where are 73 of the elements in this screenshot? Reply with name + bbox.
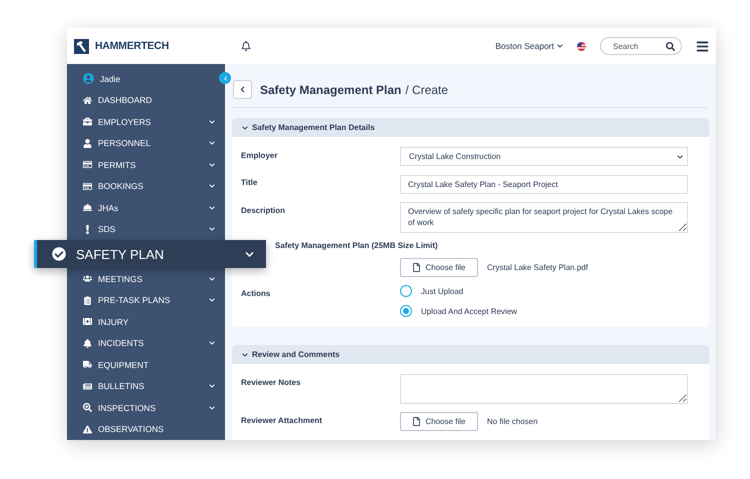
truck-icon (83, 360, 92, 370)
page-subtitle: / Create (405, 82, 448, 96)
project-dropdown[interactable]: Boston Seaport (495, 41, 563, 51)
logo-text: HAMMERTECH (95, 40, 169, 52)
field-label: Title (241, 177, 258, 187)
briefcase-icon (83, 117, 92, 126)
sidebar-item[interactable]: PRE-TASK PLANS (67, 290, 225, 311)
file-icon (412, 417, 422, 426)
file-icon (412, 263, 422, 272)
sidebar-item[interactable]: EQUIPMENT (67, 354, 225, 376)
person-icon (83, 138, 92, 148)
check-icon (52, 247, 66, 261)
field-label: Safety Management Plan (25MB Size Limit) (274, 241, 439, 250)
avatar-icon (83, 73, 94, 84)
text-area[interactable]: Overview of safety specific plan for seaport project for Crystal Lakes scope of work (400, 202, 688, 233)
field-label: Employer (241, 150, 278, 160)
field-label: Description (241, 205, 286, 215)
sidebar-item[interactable]: MEETINGS (67, 268, 225, 290)
sidebar-item[interactable]: BULLETINS (67, 376, 225, 397)
section-header[interactable]: Safety Management Plan Details (232, 118, 709, 137)
hardhat-icon (83, 203, 92, 212)
clipboard-icon (83, 296, 92, 305)
search-icon (666, 42, 675, 50)
sidebar-item[interactable]: INJURY (67, 311, 225, 332)
sidebar-item[interactable]: SAFETY PLAN (34, 240, 266, 268)
chevron-icon (222, 76, 228, 80)
radio-label: Just Upload (421, 286, 464, 296)
choose-file-button[interactable]: Choose file (400, 258, 478, 277)
field-label: Actions (241, 288, 272, 298)
section-header[interactable]: Review and Comments (232, 345, 709, 364)
sidebar-item[interactable]: JHAs (67, 197, 225, 218)
chevron-icon (242, 124, 248, 130)
user-name: Jadie (100, 74, 122, 84)
sidebar-item[interactable]: PERMITS (67, 154, 225, 176)
sidebar-item[interactable]: SDS (67, 218, 225, 240)
page-title: Safety Management Plan (260, 82, 402, 96)
group-icon (83, 274, 92, 284)
sidebar-item[interactable]: BOOKINGS (67, 176, 225, 197)
employer-select[interactable]: Crystal Lake Construction (400, 147, 688, 166)
search-field[interactable]: Search (600, 37, 682, 55)
choose-file-button[interactable]: Choose file (400, 412, 478, 431)
radio-label: Upload And Accept Review (421, 306, 518, 316)
file-name: No file chosen (487, 417, 538, 426)
sidebar-item[interactable]: INCIDENTS (67, 332, 225, 354)
magnifier-icon (83, 403, 92, 412)
card-icon (83, 182, 92, 191)
caret-icon (677, 154, 683, 160)
search-input[interactable]: Search (611, 40, 663, 52)
kit-icon (83, 317, 92, 326)
sidebar-item[interactable]: DASHBOARD (67, 90, 225, 111)
logo-icon (74, 38, 89, 54)
menu-icon[interactable] (696, 40, 709, 52)
card-icon (83, 160, 92, 170)
warning-icon (83, 424, 92, 434)
bulletin-icon (83, 382, 92, 391)
collapse-button[interactable] (219, 72, 231, 84)
bell-icon[interactable] (241, 41, 251, 51)
sidebar-item[interactable]: EMPLOYERS (67, 111, 225, 132)
sidebar-item[interactable]: OBSERVATIONS (67, 418, 225, 440)
chevron-icon (242, 352, 248, 358)
sidebar-item[interactable]: PERSONNEL (67, 132, 225, 154)
chevron-icon (239, 86, 246, 93)
sidebar-item[interactable]: INSPECTIONS (67, 397, 225, 418)
back-button[interactable] (233, 80, 252, 99)
input-field[interactable]: Crystal Lake Safety Plan - Seaport Project (400, 175, 688, 194)
file-name: Crystal Lake Safety Plan.pdf (487, 263, 588, 272)
caret-icon (557, 43, 563, 49)
field-label: Reviewer Attachment (241, 415, 324, 425)
field-label: Reviewer Notes (241, 377, 302, 387)
flag-icon[interactable] (577, 42, 586, 50)
home-icon (83, 96, 92, 105)
radio-button[interactable] (400, 305, 412, 317)
radio-button[interactable] (400, 285, 412, 297)
